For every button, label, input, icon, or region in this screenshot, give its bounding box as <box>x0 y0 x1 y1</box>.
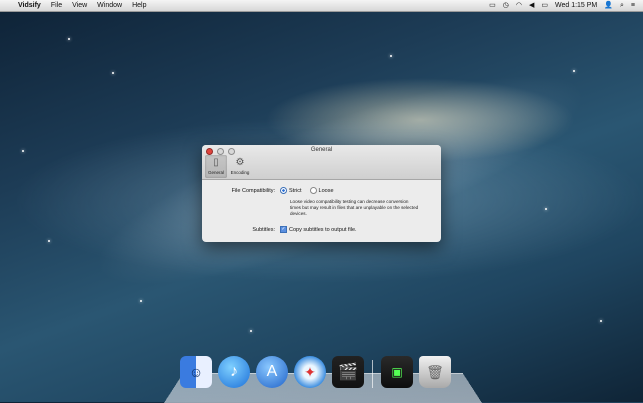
strict-radio-option[interactable]: Strict <box>280 187 302 194</box>
dock-separator <box>372 360 373 388</box>
wifi-icon[interactable]: ◠ <box>516 2 522 9</box>
menu-app-name[interactable]: Vidsify <box>18 2 41 9</box>
volume-icon[interactable]: ◀ <box>529 2 534 9</box>
star <box>48 240 50 242</box>
tab-encoding[interactable]: ⚙ Encoding <box>229 155 251 178</box>
window-title: General <box>310 147 333 153</box>
menu-view[interactable]: View <box>72 2 87 9</box>
prefs-content: File Compatibility: Strict Loose Loose v… <box>202 180 441 242</box>
strict-label: Strict <box>289 187 302 194</box>
star <box>112 72 114 74</box>
loose-radio-option[interactable]: Loose <box>309 187 334 194</box>
star <box>140 300 142 302</box>
clock[interactable]: Wed 1:15 PM <box>555 2 597 9</box>
prefs-toolbar: ▯ General ⚙ Encoding <box>205 155 251 178</box>
trash-icon[interactable]: 🗑 <box>419 356 451 388</box>
vidsify-icon[interactable]: ▣ <box>381 356 413 388</box>
menu-file[interactable]: File <box>51 2 62 9</box>
gear-icon: ⚙ <box>235 157 245 168</box>
finder-icon[interactable]: ☺ <box>180 356 212 388</box>
star <box>573 70 575 72</box>
file-compatibility-label: File Compatibility: <box>231 187 275 194</box>
time-machine-icon[interactable]: ◷ <box>503 2 509 9</box>
compatibility-note: Loose video compatibility testing can de… <box>290 199 419 216</box>
video-clapper-icon[interactable]: 🎬 <box>332 356 364 388</box>
spotlight-search-icon[interactable]: ⌕ <box>620 2 624 9</box>
star <box>600 320 602 322</box>
tab-encoding-label: Encoding <box>230 170 250 175</box>
star <box>390 55 392 57</box>
tab-general[interactable]: ▯ General <box>205 155 227 178</box>
star <box>68 38 70 40</box>
copy-subtitles-option[interactable]: ✓ Copy subtitles to output file. <box>280 226 357 233</box>
tab-general-label: General <box>207 170 224 175</box>
airplay-icon[interactable]: ▭ <box>489 2 496 9</box>
strict-radio[interactable] <box>280 187 287 194</box>
itunes-icon[interactable]: ♪ <box>218 356 250 388</box>
menu-bar: Vidsify File View Window Help ▭ ◷ ◠ ◀ ▭ … <box>0 0 643 12</box>
window-titlebar[interactable]: General ▯ General ⚙ Encoding <box>202 145 441 180</box>
safari-icon[interactable]: ✦ <box>294 356 326 388</box>
loose-radio[interactable] <box>309 187 317 194</box>
star <box>545 208 547 210</box>
star <box>250 330 252 332</box>
preferences-window: General ▯ General ⚙ Encoding File Compat… <box>202 145 441 242</box>
dock-icons: ☺ ♪ A ✦ 🎬 ▣ 🗑 <box>180 356 451 388</box>
general-prefs-icon: ▯ <box>213 157 219 168</box>
menu-help[interactable]: Help <box>132 2 146 9</box>
user-icon[interactable]: 👤 <box>604 2 613 9</box>
battery-icon[interactable]: ▭ <box>541 2 548 9</box>
loose-label: Loose <box>318 187 334 194</box>
star <box>22 150 24 152</box>
copy-subtitles-checkbox[interactable]: ✓ <box>280 226 287 233</box>
menu-window[interactable]: Window <box>97 2 122 9</box>
copy-subtitles-label: Copy subtitles to output file. <box>289 226 357 233</box>
subtitles-label: Subtitles: <box>252 226 275 233</box>
app-store-icon[interactable]: A <box>256 356 288 388</box>
notification-center-icon[interactable]: ≡ <box>631 2 635 9</box>
